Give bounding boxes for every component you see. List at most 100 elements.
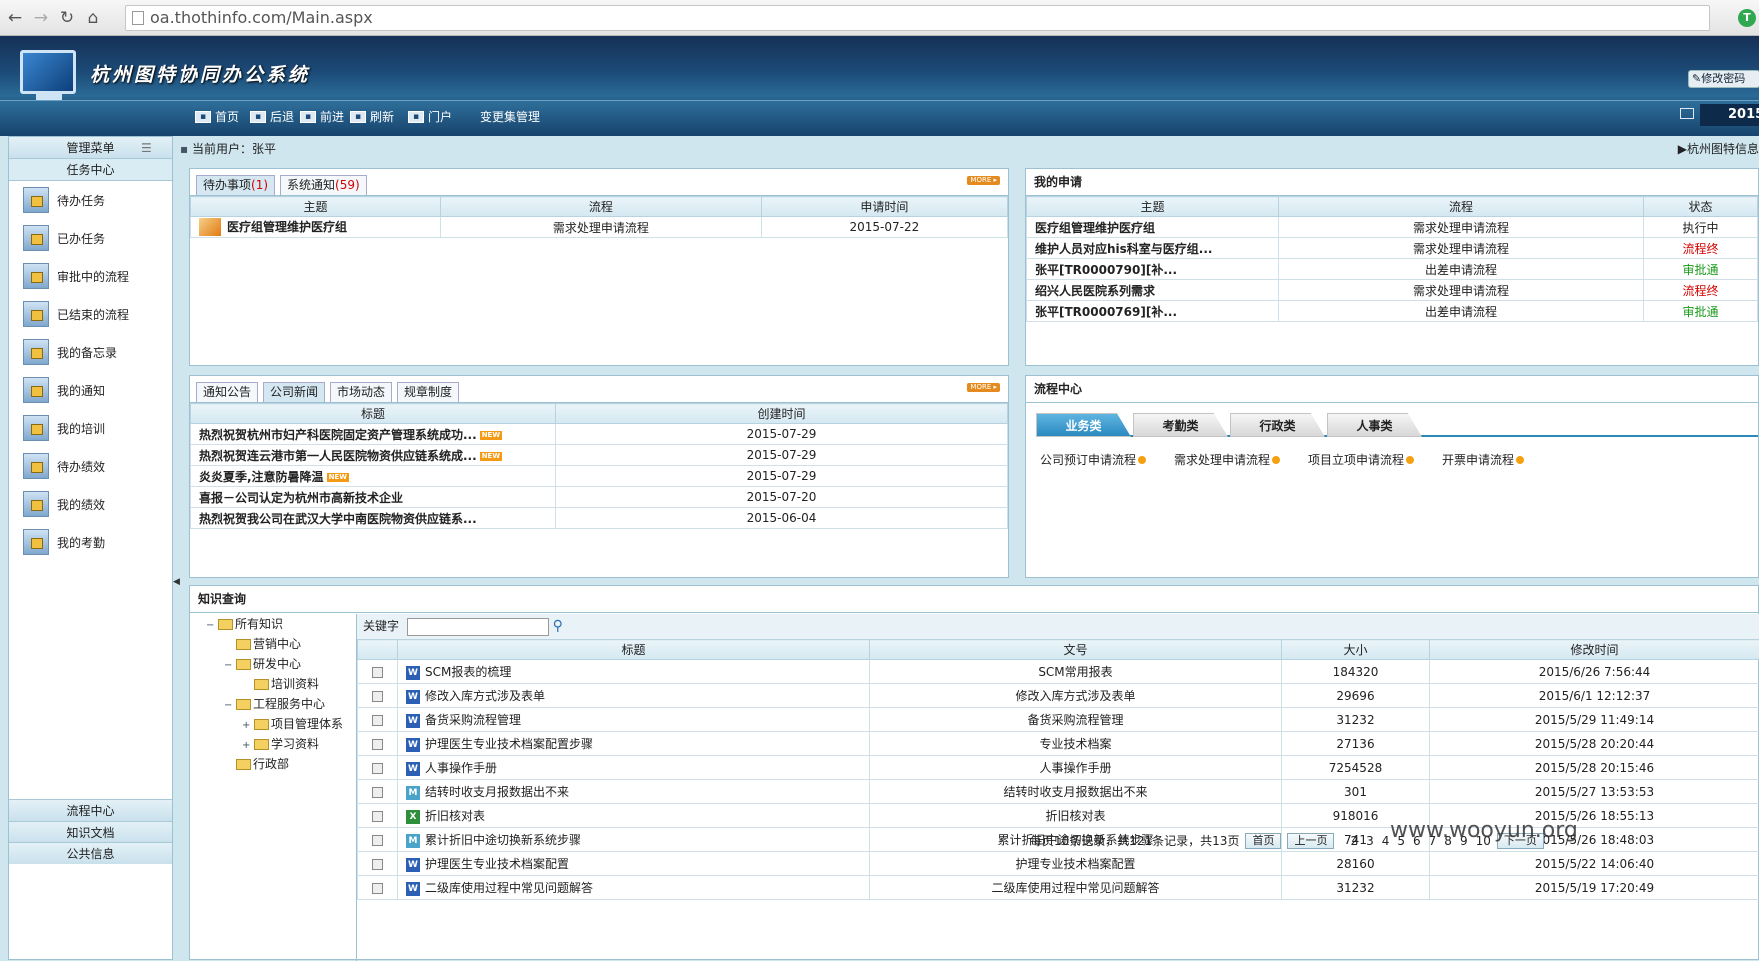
row-checkbox[interactable] [372, 739, 383, 750]
table-row[interactable]: W修改入库方式涉及表单修改入库方式涉及表单296962015/6/1 12:12… [358, 684, 1759, 708]
tab-hr[interactable]: 人事类 [1327, 413, 1422, 437]
tree-node[interactable]: +项目管理体系 [206, 714, 371, 734]
sidebar-section-task-center[interactable]: 任务中心 [9, 159, 172, 181]
doc-title-cell[interactable]: WSCM报表的梳理 [398, 660, 870, 684]
news-title[interactable]: 热烈祝贺我公司在武汉大学中南医院物资供应链系... [199, 512, 477, 526]
table-row[interactable]: 维护人员对应his科室与医疗组...需求处理申请流程流程终 [1027, 238, 1758, 259]
sidebar-item[interactable]: 我的通知 [9, 371, 172, 409]
menu-icon[interactable]: ☰ [141, 137, 152, 159]
doc-title-cell[interactable]: M累计折旧中途切换新系统步骤 [398, 828, 870, 852]
tree-node[interactable]: −所有知识 [206, 614, 371, 634]
table-row[interactable]: M结转时收支月报数据出不来结转时收支月报数据出不来3012015/5/27 13… [358, 780, 1759, 804]
doc-title[interactable]: 护理医生专业技术档案配置步骤 [425, 737, 593, 751]
table-row[interactable]: W备货采购流程管理备货采购流程管理312322015/5/29 11:49:14 [358, 708, 1759, 732]
expander-icon[interactable]: − [224, 656, 236, 676]
apply-subject[interactable]: 维护人员对应his科室与医疗组... [1027, 238, 1279, 259]
sidebar-item[interactable]: 待办绩效 [9, 447, 172, 485]
news-more-button[interactable]: MORE ▸ [967, 383, 1000, 392]
row-checkbox[interactable] [372, 787, 383, 798]
doc-title[interactable]: 人事操作手册 [425, 761, 497, 775]
row-checkbox[interactable] [372, 763, 383, 774]
page-number[interactable]: 2 [1350, 834, 1358, 848]
doc-title-cell[interactable]: W备货采购流程管理 [398, 708, 870, 732]
table-row[interactable]: W二级库使用过程中常见问题解答二级库使用过程中常见问题解答312322015/5… [358, 876, 1759, 900]
news-title-cell[interactable]: 炎炎夏季,注意防暑降温NEW [191, 466, 556, 487]
doc-title[interactable]: 折旧核对表 [425, 809, 485, 823]
tree-node[interactable]: 行政部 [206, 754, 371, 774]
doc-title[interactable]: 二级库使用过程中常见问题解答 [425, 881, 593, 895]
tab-company-news[interactable]: 公司新闻 [263, 382, 325, 402]
flow-link[interactable]: 项目立项申请流程 [1308, 451, 1428, 468]
expander-icon[interactable]: + [242, 716, 254, 736]
apply-subject[interactable]: 医疗组管理维护医疗组 [1027, 217, 1279, 238]
news-title-cell[interactable]: 热烈祝贺连云港市第一人民医院物资供应链系统成...NEW [191, 445, 556, 466]
row-checkbox[interactable] [372, 835, 383, 846]
flow-link[interactable]: 开票申请流程 [1442, 451, 1562, 468]
tree-node[interactable]: 营销中心 [206, 634, 371, 654]
tree-node[interactable]: −研发中心 [206, 654, 371, 674]
news-title-cell[interactable]: 热烈祝贺我公司在武汉大学中南医院物资供应链系... [191, 508, 556, 529]
toolbar-button-4[interactable]: ▪门户 [408, 108, 452, 125]
toolbar-button-0[interactable]: ▪首页 [195, 108, 239, 125]
doc-title[interactable]: 累计折旧中途切换新系统步骤 [425, 833, 581, 847]
table-row[interactable]: 热烈祝贺连云港市第一人民医院物资供应链系统成...NEW2015-07-29 [191, 445, 1008, 466]
news-title[interactable]: 炎炎夏季,注意防暑降温 [199, 470, 324, 484]
table-row[interactable]: 张平[TR0000790][补...出差申请流程审批通 [1027, 259, 1758, 280]
tree-node[interactable]: +学习资料 [206, 734, 371, 754]
doc-title[interactable]: SCM报表的梳理 [425, 665, 511, 679]
table-row[interactable]: W人事操作手册人事操作手册72545282015/5/28 20:15:46 [358, 756, 1759, 780]
first-page-button[interactable]: 首页 [1245, 833, 1281, 849]
extension-icon[interactable]: T [1738, 9, 1756, 27]
keyword-input[interactable] [407, 618, 549, 636]
sidebar-item[interactable]: 已结束的流程 [9, 295, 172, 333]
search-icon[interactable]: ⚲ [553, 618, 563, 634]
todo-more-button[interactable]: MORE ▸ [967, 176, 1000, 185]
prev-page-button[interactable]: 上一页 [1287, 833, 1334, 849]
tab-market[interactable]: 市场动态 [330, 382, 392, 402]
news-title-cell[interactable]: 热烈祝贺杭州市妇产科医院固定资产管理系统成功...NEW [191, 424, 556, 445]
toolbar-button-1[interactable]: ▪后退 [250, 108, 294, 125]
page-number[interactable]: 3 [1366, 834, 1374, 848]
tab-system-notice[interactable]: 系统通知(59) [280, 175, 367, 195]
doc-title-cell[interactable]: W二级库使用过程中常见问题解答 [398, 876, 870, 900]
sidebar-item[interactable]: 已办任务 [9, 219, 172, 257]
sidebar-item[interactable]: 我的考勤 [9, 523, 172, 561]
table-row[interactable]: 热烈祝贺杭州市妇产科医院固定资产管理系统成功...NEW2015-07-29 [191, 424, 1008, 445]
table-row[interactable]: W护理医生专业技术档案配置护理专业技术档案配置281602015/5/22 14… [358, 852, 1759, 876]
tab-attendance[interactable]: 考勤类 [1133, 413, 1228, 437]
todo-subject[interactable]: 医疗组管理维护医疗组 [227, 220, 347, 234]
doc-title[interactable]: 护理医生专业技术档案配置 [425, 857, 569, 871]
company-link[interactable]: ▶杭州图特信息 [1678, 138, 1759, 160]
doc-title[interactable]: 修改入库方式涉及表单 [425, 689, 545, 703]
sidebar-knowledge-docs[interactable]: 知识文档 [9, 821, 172, 843]
table-row[interactable]: 医疗组管理维护医疗组需求处理申请流程执行中 [1027, 217, 1758, 238]
news-title[interactable]: 热烈祝贺连云港市第一人民医院物资供应链系统成... [199, 449, 477, 463]
sidebar-public-info[interactable]: 公共信息 [9, 842, 172, 864]
browser-forward-icon[interactable]: → [30, 7, 52, 29]
page-number[interactable]: 4 [1382, 834, 1390, 848]
table-row[interactable]: 喜报－公司认定为杭州市高新技术企业2015-07-20 [191, 487, 1008, 508]
toolbar-button-3[interactable]: ▪刷新 [350, 108, 394, 125]
address-bar[interactable]: oa.thothinfo.com/Main.aspx [125, 5, 1710, 31]
browser-reload-icon[interactable]: ↻ [56, 7, 78, 29]
sidebar-item[interactable]: 我的绩效 [9, 485, 172, 523]
collapse-sidebar-icon[interactable]: ◀ [173, 577, 180, 587]
row-checkbox[interactable] [372, 667, 383, 678]
flow-link[interactable]: 公司预订申请流程 [1040, 451, 1160, 468]
expander-icon[interactable]: − [224, 696, 236, 716]
table-row[interactable]: W护理医生专业技术档案配置步骤专业技术档案271362015/5/28 20:2… [358, 732, 1759, 756]
sidebar-item[interactable]: 我的备忘录 [9, 333, 172, 371]
expander-icon[interactable]: + [242, 736, 254, 756]
sidebar-item[interactable]: 我的培训 [9, 409, 172, 447]
doc-title-cell[interactable]: W人事操作手册 [398, 756, 870, 780]
tab-business[interactable]: 业务类 [1036, 413, 1131, 437]
doc-title[interactable]: 结转时收支月报数据出不来 [425, 785, 569, 799]
row-checkbox[interactable] [372, 883, 383, 894]
table-row[interactable]: WSCM报表的梳理SCM常用报表1843202015/6/26 7:56:44 [358, 660, 1759, 684]
tab-admin[interactable]: 行政类 [1230, 413, 1325, 437]
table-row[interactable]: 热烈祝贺我公司在武汉大学中南医院物资供应链系...2015-06-04 [191, 508, 1008, 529]
news-title-cell[interactable]: 喜报－公司认定为杭州市高新技术企业 [191, 487, 556, 508]
tab-rules[interactable]: 规章制度 [397, 382, 459, 402]
apply-subject[interactable]: 绍兴人民医院系列需求 [1027, 280, 1279, 301]
news-title[interactable]: 喜报－公司认定为杭州市高新技术企业 [199, 491, 403, 505]
